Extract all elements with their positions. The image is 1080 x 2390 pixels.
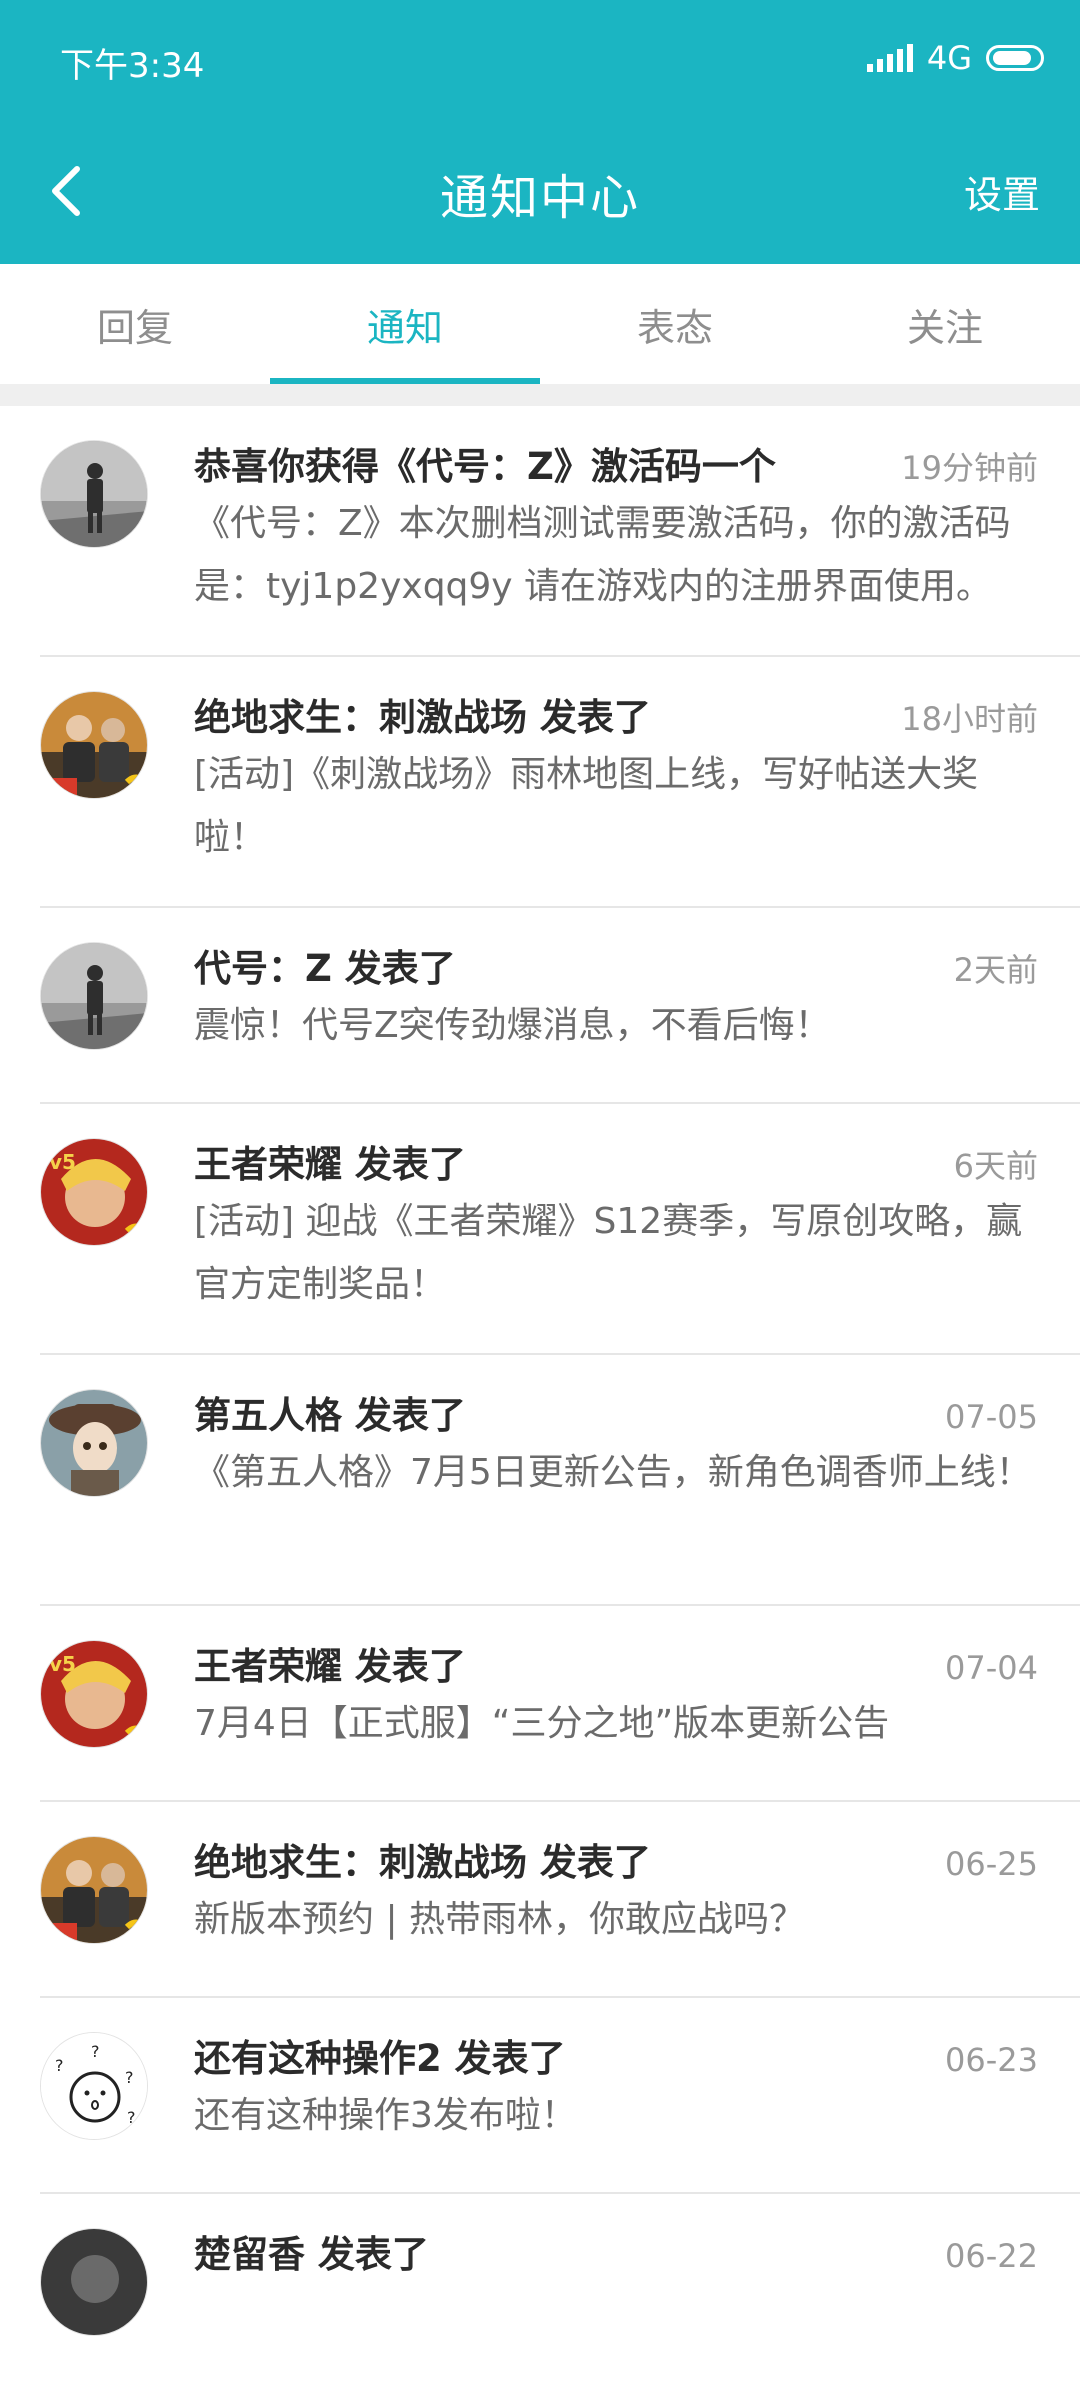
tab-bar: 回复 通知 表态 关注 bbox=[0, 264, 1080, 384]
item-time: 06-25 bbox=[945, 1845, 1038, 1883]
item-title: 第五人格 发表了 bbox=[194, 1394, 466, 1437]
notification-list: 恭喜你获得《代号：Z》激活码一个 19分钟前 《代号：Z》本次删档测试需要激活码… bbox=[0, 406, 1080, 2390]
item-title: 楚留香 发表了 bbox=[194, 2233, 429, 2276]
dark-character-avatar bbox=[40, 2228, 148, 2336]
signal-icon bbox=[866, 44, 913, 72]
item-body: 新版本预约 | 热带雨林，你敢应战吗？ bbox=[194, 1899, 806, 1940]
item-title: 王者荣耀 发表了 bbox=[194, 1143, 466, 1186]
item-title: 还有这种操作2 发表了 bbox=[194, 2037, 566, 2080]
svg-text:v5: v5 bbox=[49, 1652, 76, 1676]
list-item[interactable]: 楚留香 发表了 06-22 bbox=[0, 2194, 1080, 2390]
question-face-avatar: ? ? ? ? bbox=[40, 2032, 148, 2140]
honor-of-kings-avatar: v5 bbox=[40, 1138, 148, 1246]
list-item[interactable]: v5 王者荣耀 发表了 6天前 [活动] 迎战《王者荣耀》S12赛季，写原创攻略… bbox=[0, 1104, 1080, 1355]
item-time: 18小时前 bbox=[901, 700, 1038, 738]
pubg-rainforest-avatar bbox=[40, 691, 148, 799]
item-time: 19分钟前 bbox=[901, 449, 1038, 487]
item-body: 7月4日【正式服】“三分之地”版本更新公告 bbox=[194, 1703, 890, 1744]
item-body: 《第五人格》7月5日更新公告，新角色调香师上线！ bbox=[194, 1452, 1032, 1493]
tab-replies[interactable]: 回复 bbox=[0, 264, 270, 384]
tab-reactions[interactable]: 表态 bbox=[540, 264, 810, 384]
item-title: 绝地求生：刺激战场 发表了 bbox=[194, 1841, 651, 1884]
settings-button[interactable]: 设置 bbox=[964, 164, 1040, 219]
status-time: 下午3:34 bbox=[60, 46, 205, 86]
battery-icon bbox=[986, 45, 1044, 71]
item-body: 《代号：Z》本次删档测试需要激活码，你的激活码是：tyj1p2yxqq9y 请在… bbox=[194, 503, 1011, 607]
list-item[interactable]: 绝地求生：刺激战场 发表了 18小时前 [活动]《刺激战场》雨林地图上线，写好帖… bbox=[0, 657, 1080, 908]
svg-text:?: ? bbox=[125, 2068, 134, 2087]
list-item[interactable]: 代号：Z 发表了 2天前 震惊！代号Z突传劲爆消息，不看后悔！ bbox=[0, 908, 1080, 1104]
list-item[interactable]: 恭喜你获得《代号：Z》激活码一个 19分钟前 《代号：Z》本次删档测试需要激活码… bbox=[0, 406, 1080, 657]
item-time: 06-23 bbox=[945, 2041, 1038, 2079]
item-title: 代号：Z 发表了 bbox=[194, 947, 456, 990]
section-divider bbox=[0, 384, 1080, 406]
svg-text:?: ? bbox=[91, 2042, 100, 2061]
item-time: 2天前 bbox=[953, 951, 1038, 989]
item-body: 震惊！代号Z突传劲爆消息，不看后悔！ bbox=[194, 1005, 831, 1046]
item-time: 06-22 bbox=[945, 2237, 1038, 2275]
status-bar: 下午3:34 4G bbox=[0, 0, 1080, 118]
item-body: 还有这种操作3发布啦！ bbox=[194, 2095, 577, 2136]
honor-of-kings-avatar: v5 bbox=[40, 1640, 148, 1748]
title-bar: 通知中心 设置 bbox=[0, 118, 1080, 264]
list-item[interactable]: v5 王者荣耀 发表了 07-04 7月4日【正式服】“三分之地”版本更新公告 bbox=[0, 1606, 1080, 1802]
identity-v-avatar bbox=[40, 1389, 148, 1497]
item-title: 绝地求生：刺激战场 发表了 bbox=[194, 696, 651, 739]
item-title: 王者荣耀 发表了 bbox=[194, 1645, 466, 1688]
list-item[interactable]: ? ? ? ? 还有这种操作2 发表了 06-23 还有这种操作3发布啦！ bbox=[0, 1998, 1080, 2194]
tab-notifications[interactable]: 通知 bbox=[270, 264, 540, 384]
list-item[interactable]: 第五人格 发表了 07-05 《第五人格》7月5日更新公告，新角色调香师上线！ bbox=[0, 1355, 1080, 1606]
svg-text:?: ? bbox=[55, 2056, 64, 2075]
item-body: [活动] 迎战《王者荣耀》S12赛季，写原创攻略，赢官方定制奖品！ bbox=[194, 1201, 1023, 1305]
item-body: [活动]《刺激战场》雨林地图上线，写好帖送大奖啦！ bbox=[194, 754, 979, 858]
item-time: 07-04 bbox=[945, 1649, 1038, 1687]
status-indicators: 4G bbox=[866, 36, 1044, 80]
item-time: 07-05 bbox=[945, 1398, 1038, 1436]
soldier-gray-avatar bbox=[40, 942, 148, 1050]
item-time: 6天前 bbox=[953, 1147, 1038, 1185]
svg-text:?: ? bbox=[127, 2108, 136, 2127]
page-title: 通知中心 bbox=[439, 170, 640, 226]
list-item[interactable]: 绝地求生：刺激战场 发表了 06-25 新版本预约 | 热带雨林，你敢应战吗？ bbox=[0, 1802, 1080, 1998]
network-label: 4G bbox=[926, 39, 972, 77]
soldier-gray-avatar bbox=[40, 440, 148, 548]
svg-text:v5: v5 bbox=[49, 1150, 76, 1174]
item-title: 恭喜你获得《代号：Z》激活码一个 bbox=[194, 445, 776, 488]
tab-following[interactable]: 关注 bbox=[810, 264, 1080, 384]
pubg-rainforest-avatar bbox=[40, 1836, 148, 1944]
